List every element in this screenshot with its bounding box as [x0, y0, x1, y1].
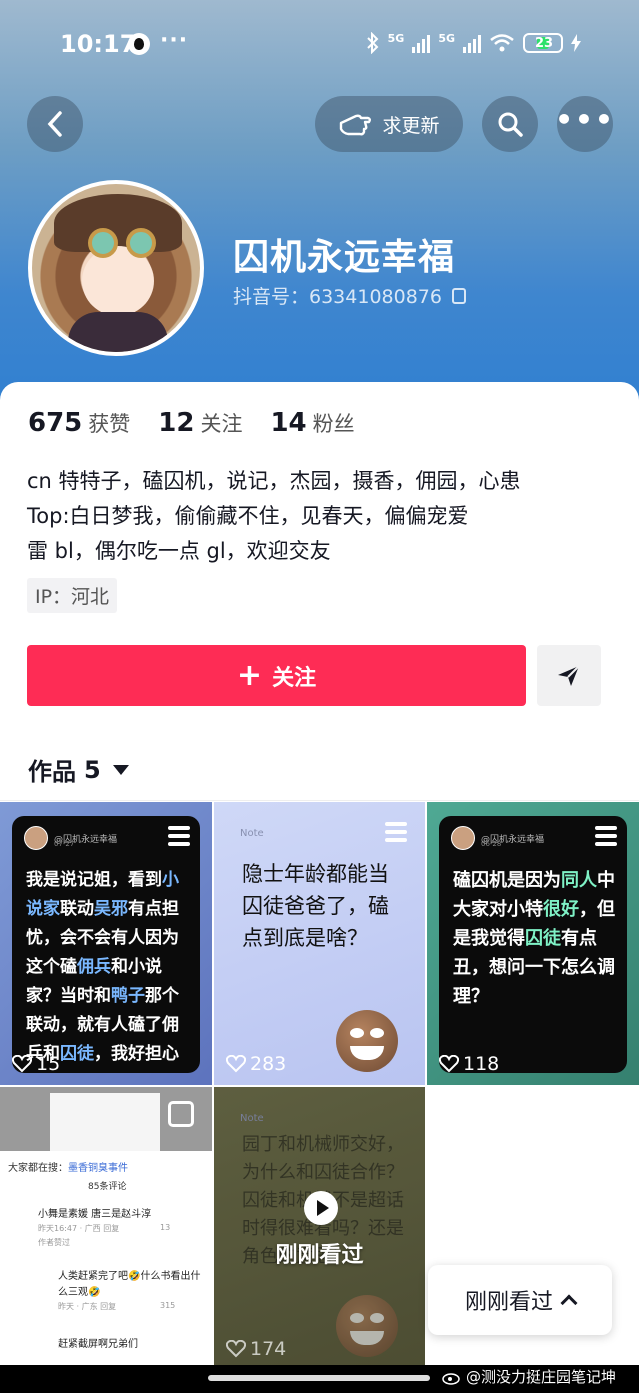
- request-update-button[interactable]: 求更新: [315, 96, 463, 152]
- menu-icon: [385, 822, 407, 846]
- stat-likes[interactable]: 675 获赞: [28, 408, 130, 438]
- grinning-face-sticker: [336, 1010, 398, 1072]
- menu-icon: [168, 826, 190, 850]
- chevron-left-icon: [47, 111, 62, 137]
- send-icon: [558, 664, 580, 686]
- weibo-icon: [442, 1372, 460, 1385]
- follow-button[interactable]: + 关注: [27, 645, 526, 706]
- like-count: 118: [439, 1053, 499, 1075]
- charging-icon: [571, 34, 581, 52]
- heart-icon: [12, 1055, 32, 1073]
- heart-icon: [226, 1055, 246, 1073]
- back-button[interactable]: [27, 96, 83, 152]
- ip-location-tag: IP：河北: [27, 578, 118, 613]
- heart-icon: [12, 1340, 32, 1358]
- video-thumbnail[interactable]: Note 隐士年龄都能当囚徒爸爸了，磕点到底是啥？ 283: [214, 802, 425, 1085]
- status-bar: 10:17 ··· 5G 5G 23: [0, 0, 639, 90]
- more-notifications-icon: ···: [160, 28, 189, 53]
- network-type-1: 5G: [387, 31, 405, 45]
- follow-label: 关注: [272, 665, 317, 691]
- like-count: 283: [226, 1053, 286, 1075]
- qq-notification-icon: [128, 33, 150, 55]
- stat-following[interactable]: 12 关注: [158, 408, 242, 438]
- status-icons: 5G 5G 23: [366, 32, 581, 54]
- bio-line: cn 特特子，磕囚机，说记，杰园，摄香，佣园，心患: [27, 469, 521, 493]
- home-indicator[interactable]: [208, 1375, 430, 1381]
- wifi-icon: [490, 34, 514, 52]
- recently-viewed-button[interactable]: 刚刚看过: [428, 1265, 612, 1335]
- stat-followers[interactable]: 14 粉丝: [270, 408, 354, 438]
- network-type-2: 5G: [438, 31, 455, 45]
- note-label: Note: [240, 828, 264, 839]
- bio-line: Top:白日梦我，偷偷藏不住，见春天，偏偏宠爱: [27, 504, 469, 528]
- chevron-up-icon: [560, 1294, 578, 1312]
- video-thumbnail[interactable]: @囚机永远幸福 07-27 我是说记姐，看到小说家联动吴邪有点担忧，会不会有人因…: [0, 802, 212, 1085]
- video-thumbnail[interactable]: @囚机永远幸福 06-28 磕囚机是因为同人中大家对小特很好，但是我觉得囚徒有点…: [427, 802, 639, 1085]
- caret-down-icon: [112, 764, 129, 775]
- more-dots-icon: •••: [555, 102, 615, 136]
- clock: 10:17: [60, 30, 137, 58]
- profile-stats: 675 获赞 12 关注 14 粉丝: [28, 408, 355, 438]
- search-button[interactable]: [482, 96, 538, 152]
- bluetooth-icon: [366, 32, 379, 54]
- recently-viewed-label: 刚刚看过: [275, 1243, 364, 1268]
- profile-username: 囚机永远幸福: [233, 237, 456, 278]
- signal-icon-1: [412, 33, 431, 53]
- like-count: 15: [12, 1053, 60, 1075]
- video-thumbnail[interactable]: 大家都在搜：墨香铜臭事件 85条评论 小舞是素媛 唐三是赵斗淳 昨天16:47 …: [0, 1087, 212, 1370]
- profile-bio: cn 特特子，磕囚机，说记，杰园，摄香，佣园，心患 Top:白日梦我，偷偷藏不住…: [27, 464, 617, 569]
- like-count: 79: [12, 1338, 60, 1360]
- gallery-icon: [168, 1101, 194, 1127]
- video-caption: 我是说记姐，看到小说家联动吴邪有点担忧，会不会有人因为这个磕佣兵和小说家？当时和…: [26, 870, 179, 1064]
- douyin-id[interactable]: 抖音号：63341080876: [233, 282, 466, 309]
- like-count: 174: [226, 1338, 286, 1360]
- video-thumbnail[interactable]: Note 园丁和机械师交好，为什么和囚徒合作？囚徒和机械不是超话时得很难看吗？还…: [214, 1087, 425, 1370]
- bio-line: 雷 bl，偶尔吃一点 gl，欢迎交友: [27, 539, 331, 563]
- battery-icon: 23: [523, 33, 563, 53]
- pointing-hand-icon: [340, 114, 372, 136]
- signal-icon-2: [463, 33, 481, 53]
- copy-icon[interactable]: [451, 287, 466, 304]
- search-icon: [498, 112, 523, 137]
- video-caption: 磕囚机是因为同人中大家对小特很好，但是我觉得囚徒有点丑，想问一下怎么调理？: [453, 870, 615, 1007]
- request-update-label: 求更新: [382, 114, 440, 137]
- works-label: 作品: [28, 758, 76, 786]
- author-avatar: [451, 826, 475, 850]
- heart-icon: [439, 1055, 459, 1073]
- profile-avatar[interactable]: [28, 180, 204, 356]
- divider: [0, 800, 639, 801]
- plus-icon: +: [236, 657, 263, 693]
- more-options-button[interactable]: •••: [555, 96, 615, 152]
- heart-icon: [226, 1340, 246, 1358]
- menu-icon: [595, 826, 617, 850]
- works-tab[interactable]: 作品 5: [28, 752, 129, 787]
- play-icon: [304, 1191, 338, 1225]
- works-count: 5: [84, 755, 101, 784]
- watermark: @测没力挺庄园笔记坤: [442, 1366, 616, 1387]
- message-button[interactable]: [537, 645, 601, 706]
- video-caption: 隐士年龄都能当囚徒爸爸了，磕点到底是啥？: [242, 862, 389, 950]
- author-avatar: [24, 826, 48, 850]
